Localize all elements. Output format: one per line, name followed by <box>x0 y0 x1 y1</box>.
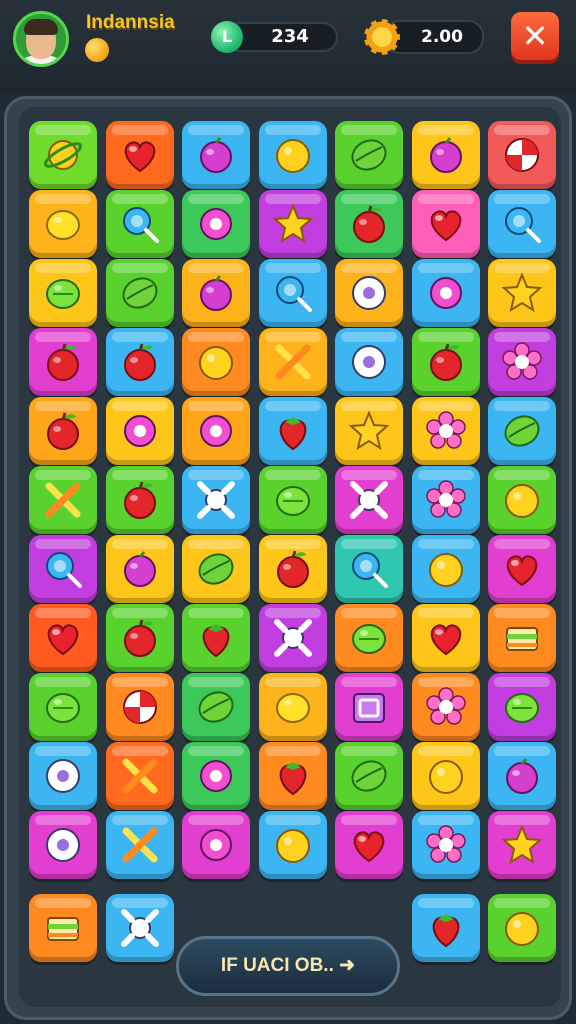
game-tile[interactable] <box>29 466 97 534</box>
game-tile[interactable] <box>258 397 327 465</box>
game-tile[interactable] <box>182 328 250 396</box>
game-tile[interactable] <box>29 673 97 741</box>
game-tile[interactable] <box>335 811 403 879</box>
game-board <box>4 96 572 1020</box>
game-tile[interactable] <box>182 121 250 189</box>
game-tile[interactable] <box>488 742 556 810</box>
game-tile[interactable] <box>182 604 250 672</box>
board-grid <box>19 107 561 1007</box>
bottom-action-button[interactable]: IF UACI OB.. ➜ <box>176 936 400 996</box>
game-tile[interactable] <box>29 535 97 603</box>
game-tile[interactable] <box>182 811 250 879</box>
game-tile[interactable] <box>335 190 403 258</box>
game-tile[interactable] <box>105 121 174 189</box>
game-tile[interactable] <box>258 742 327 810</box>
game-tile[interactable] <box>488 328 556 396</box>
game-tile[interactable] <box>29 328 97 396</box>
game-tile[interactable] <box>29 604 97 672</box>
game-tile[interactable] <box>182 190 250 258</box>
game-tile[interactable] <box>258 328 327 396</box>
game-tile[interactable] <box>488 535 556 603</box>
game-tile[interactable] <box>29 742 97 810</box>
game-tile[interactable] <box>335 397 403 465</box>
score-value: 234 <box>271 26 309 47</box>
avatar-hair <box>24 19 58 35</box>
game-tile[interactable] <box>411 894 480 962</box>
game-tile[interactable] <box>335 259 403 327</box>
game-tile[interactable] <box>488 894 556 962</box>
score-badge-icon: L <box>211 21 243 53</box>
game-tile[interactable] <box>411 328 480 396</box>
game-tile[interactable] <box>105 190 174 258</box>
game-tile[interactable] <box>335 535 403 603</box>
game-tile[interactable] <box>411 535 480 603</box>
game-tile[interactable] <box>29 811 97 879</box>
game-tile[interactable] <box>335 673 403 741</box>
game-tile[interactable] <box>258 121 327 189</box>
game-tile[interactable] <box>411 466 480 534</box>
game-tile[interactable] <box>411 259 480 327</box>
level-coin-icon <box>85 38 109 62</box>
game-tile[interactable] <box>488 190 556 258</box>
game-tile[interactable] <box>335 604 403 672</box>
game-tile[interactable] <box>105 328 174 396</box>
game-tile[interactable] <box>105 894 174 962</box>
game-tile[interactable] <box>105 466 174 534</box>
coins-value: 2.00 <box>421 27 463 47</box>
game-tile[interactable] <box>105 259 174 327</box>
game-tile[interactable] <box>335 328 403 396</box>
game-tile[interactable] <box>488 397 556 465</box>
game-tile[interactable] <box>105 811 174 879</box>
game-tile[interactable] <box>488 466 556 534</box>
gear-coin-icon[interactable] <box>364 19 400 55</box>
game-tile[interactable] <box>29 190 97 258</box>
game-tile[interactable] <box>258 604 327 672</box>
game-tile[interactable] <box>258 673 327 741</box>
game-tile[interactable] <box>29 894 97 962</box>
game-tile[interactable] <box>488 259 556 327</box>
game-tile[interactable] <box>29 259 97 327</box>
game-tile[interactable] <box>411 742 480 810</box>
game-tile[interactable] <box>258 259 327 327</box>
game-tile[interactable] <box>29 121 97 189</box>
game-tile[interactable] <box>182 742 250 810</box>
player-avatar[interactable] <box>13 11 69 67</box>
game-tile[interactable] <box>182 466 250 534</box>
game-tile[interactable] <box>258 811 327 879</box>
game-tile[interactable] <box>258 535 327 603</box>
game-tile[interactable] <box>488 121 556 189</box>
game-tile[interactable] <box>105 742 174 810</box>
game-tile[interactable] <box>105 535 174 603</box>
game-tile[interactable] <box>411 811 480 879</box>
game-tile[interactable] <box>105 604 174 672</box>
close-button[interactable]: ✕ <box>511 12 559 60</box>
game-tile[interactable] <box>182 673 250 741</box>
game-tile[interactable] <box>258 190 327 258</box>
game-tile[interactable] <box>258 466 327 534</box>
game-tile[interactable] <box>335 121 403 189</box>
player-name: Indannsia <box>86 12 175 33</box>
game-tile[interactable] <box>488 811 556 879</box>
game-tile[interactable] <box>411 673 480 741</box>
game-tile[interactable] <box>182 259 250 327</box>
game-tile[interactable] <box>411 604 480 672</box>
game-tile[interactable] <box>488 604 556 672</box>
game-tile[interactable] <box>411 190 480 258</box>
game-tile[interactable] <box>105 397 174 465</box>
game-tile[interactable] <box>411 121 480 189</box>
top-bar: Indannsia L 234 2.00 ✕ <box>0 0 576 92</box>
game-tile[interactable] <box>335 742 403 810</box>
game-tile[interactable] <box>335 466 403 534</box>
game-tile[interactable] <box>29 397 97 465</box>
game-tile[interactable] <box>411 397 480 465</box>
game-tile[interactable] <box>105 673 174 741</box>
game-tile[interactable] <box>488 673 556 741</box>
game-tile[interactable] <box>182 397 250 465</box>
game-tile[interactable] <box>182 535 250 603</box>
